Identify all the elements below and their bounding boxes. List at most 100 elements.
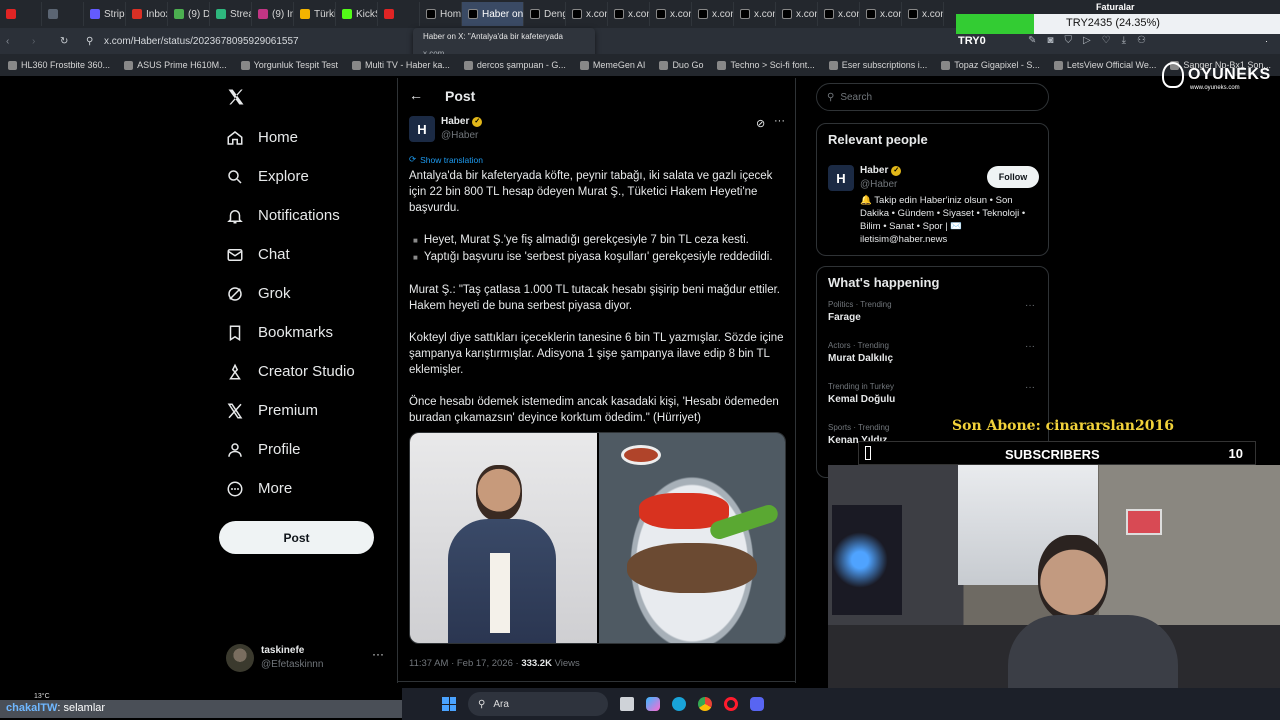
trend-meta: Politics · Trending (828, 300, 892, 309)
chrome-icon[interactable] (698, 697, 712, 711)
windows-start-icon[interactable] (442, 697, 456, 711)
heart-icon[interactable]: ♡ (1102, 35, 1111, 46)
discord-icon[interactable] (750, 697, 764, 711)
nav-item-chat[interactable]: Chat (218, 235, 398, 274)
nav-item-premium[interactable]: Premium (218, 391, 398, 430)
browser-tab[interactable]: Haber on X (462, 2, 524, 26)
browser-tab[interactable]: Inbox (126, 2, 168, 26)
bookmark-item[interactable]: Topaz Gigapixel - S... (941, 60, 1040, 70)
trend-item[interactable]: Politics · Trending Farage ··· (828, 296, 1037, 337)
nav-item-explore[interactable]: Explore (218, 157, 398, 196)
task-view-icon[interactable] (620, 697, 634, 711)
media-image-man[interactable] (410, 433, 597, 643)
post-column: ← Post H Haber ✓ @Haber ⊘ ··· ⟳ Show tra… (397, 78, 796, 683)
bookmark-item[interactable]: LetsView Official We... (1053, 60, 1156, 70)
user-icon[interactable]: ⚇ (1137, 35, 1146, 46)
bookmark-item[interactable]: dercos şampuan - G... (463, 60, 566, 70)
url-field[interactable]: x.com/Haber/status/2023678095929061557 (104, 36, 299, 47)
site-info-icon[interactable]: ⚲ (86, 36, 98, 47)
trend-name: Murat Dalkılıç (828, 353, 894, 364)
bookmark-item[interactable]: Eser subscriptions i... (828, 60, 927, 70)
download-icon[interactable]: ⤓ (1122, 35, 1126, 46)
post-button[interactable]: Post (219, 521, 374, 554)
reload-icon[interactable]: ↻ (60, 36, 74, 47)
browser-tab[interactable]: x.com (608, 2, 650, 26)
trend-item[interactable]: Trending in Turkey Kemal Doğulu ··· (828, 378, 1037, 419)
post-more-icon[interactable]: ··· (774, 115, 785, 127)
back-icon[interactable]: ‹ (6, 36, 20, 47)
person-name[interactable]: Haber ✓ (860, 165, 902, 176)
show-translation-link[interactable]: ⟳ Show translation (409, 154, 483, 165)
browser-tab[interactable]: KickSt (336, 2, 378, 26)
nav-item-grok[interactable]: Grok (218, 274, 398, 313)
person-avatar[interactable]: H (828, 165, 854, 191)
author-name[interactable]: Haber ✓ (441, 116, 483, 127)
nav-item-more[interactable]: More (218, 469, 398, 508)
shield-icon[interactable]: ⛉ (1064, 35, 1072, 46)
browser-tab[interactable]: x.com (818, 2, 860, 26)
browser-tab[interactable]: Türkiy (294, 2, 336, 26)
trend-more-icon[interactable]: ··· (1025, 341, 1035, 352)
post-paragraph-3: Kokteyl diye sattıkları içeceklerin tane… (409, 332, 784, 376)
post-media[interactable] (409, 432, 786, 644)
browser-tab[interactable]: (9) Ins (252, 2, 294, 26)
bookmark-item[interactable]: MemeGen AI (579, 60, 646, 70)
account-switcher[interactable]: taskinefe @Efetaskinnn ··· (226, 642, 396, 678)
back-arrow-icon[interactable]: ← (409, 87, 423, 103)
post-time-text: 11:37 AM · Feb 17, 2026 · (409, 658, 522, 669)
browser-tab[interactable] (378, 2, 420, 26)
browser-tab[interactable]: (9) Da (168, 2, 210, 26)
browser-tab[interactable]: x.com (860, 2, 902, 26)
taskbar-search-label: Ara (493, 698, 509, 710)
camera-icon[interactable]: ◙ (1047, 35, 1053, 46)
nav-item-notifications[interactable]: Notifications (218, 196, 398, 235)
browser-tab[interactable]: Stripe (84, 2, 126, 26)
trend-more-icon[interactable]: ··· (1025, 300, 1035, 311)
copilot-icon[interactable] (646, 697, 660, 711)
bookmark-item[interactable]: ASUS Prime H610M... (124, 60, 227, 70)
edit-icon[interactable]: ✎ (1028, 35, 1036, 46)
follow-button[interactable]: Follow (987, 166, 1039, 188)
trend-meta: Actors · Trending (828, 341, 889, 350)
x-logo-icon[interactable] (226, 87, 246, 107)
browser-tab[interactable]: x.com (692, 2, 734, 26)
edge-icon[interactable] (672, 697, 686, 711)
trend-more-icon[interactable]: ··· (1025, 382, 1035, 393)
browser-tab[interactable] (42, 2, 84, 26)
browser-tab[interactable]: Home (420, 2, 462, 26)
opera-icon[interactable] (724, 697, 738, 711)
tab-favicon-icon (656, 9, 666, 19)
author-avatar[interactable]: H (409, 116, 435, 142)
nav-item-creator-studio[interactable]: Creator Studio (218, 352, 398, 391)
search-box[interactable]: ⚲ Search (816, 83, 1049, 111)
bookmark-label: MemeGen AI (592, 60, 646, 70)
trend-item[interactable]: Actors · Trending Murat Dalkılıç ··· (828, 337, 1037, 378)
browser-tab[interactable]: Denge (524, 2, 566, 26)
bookmark-item[interactable]: Techno > Sci-fi font... (717, 60, 815, 70)
person-name-text: Haber (860, 165, 889, 176)
nav-item-home[interactable]: Home (218, 118, 398, 157)
browser-tab[interactable]: x.com (734, 2, 776, 26)
son-abone-label: Son Abone: cinararslan2016 (952, 418, 1174, 434)
browser-tab[interactable]: Stream (210, 2, 252, 26)
forward-icon[interactable]: › (32, 36, 46, 47)
browser-tab[interactable]: x.com (902, 2, 944, 26)
nav-item-bookmarks[interactable]: Bookmarks (218, 313, 398, 352)
bookmark-item[interactable]: HL360 Frostbite 360... (8, 60, 110, 70)
browser-tab[interactable] (0, 2, 42, 26)
tab-favicon-icon (90, 9, 100, 19)
bookmark-item[interactable]: Yorgunluk Tespit Test (240, 60, 338, 70)
media-image-food[interactable] (599, 433, 785, 643)
search-icon: ⚲ (827, 91, 835, 103)
bookmark-item[interactable]: Duo Go (659, 60, 703, 70)
taskbar-search[interactable]: ⚲ Ara (468, 692, 608, 716)
account-more-icon[interactable]: ··· (372, 647, 384, 661)
grok-icon[interactable]: ⊘ (756, 117, 765, 130)
browser-tab[interactable]: x.com (650, 2, 692, 26)
browser-tab[interactable]: x.com (776, 2, 818, 26)
play-icon[interactable]: ▷ (1083, 35, 1091, 46)
bookmark-item[interactable]: Multi TV - Haber ka... (352, 60, 450, 70)
browser-tab[interactable]: x.com (566, 2, 608, 26)
verified-badge-icon: ✓ (472, 116, 483, 127)
nav-item-profile[interactable]: Profile (218, 430, 398, 469)
